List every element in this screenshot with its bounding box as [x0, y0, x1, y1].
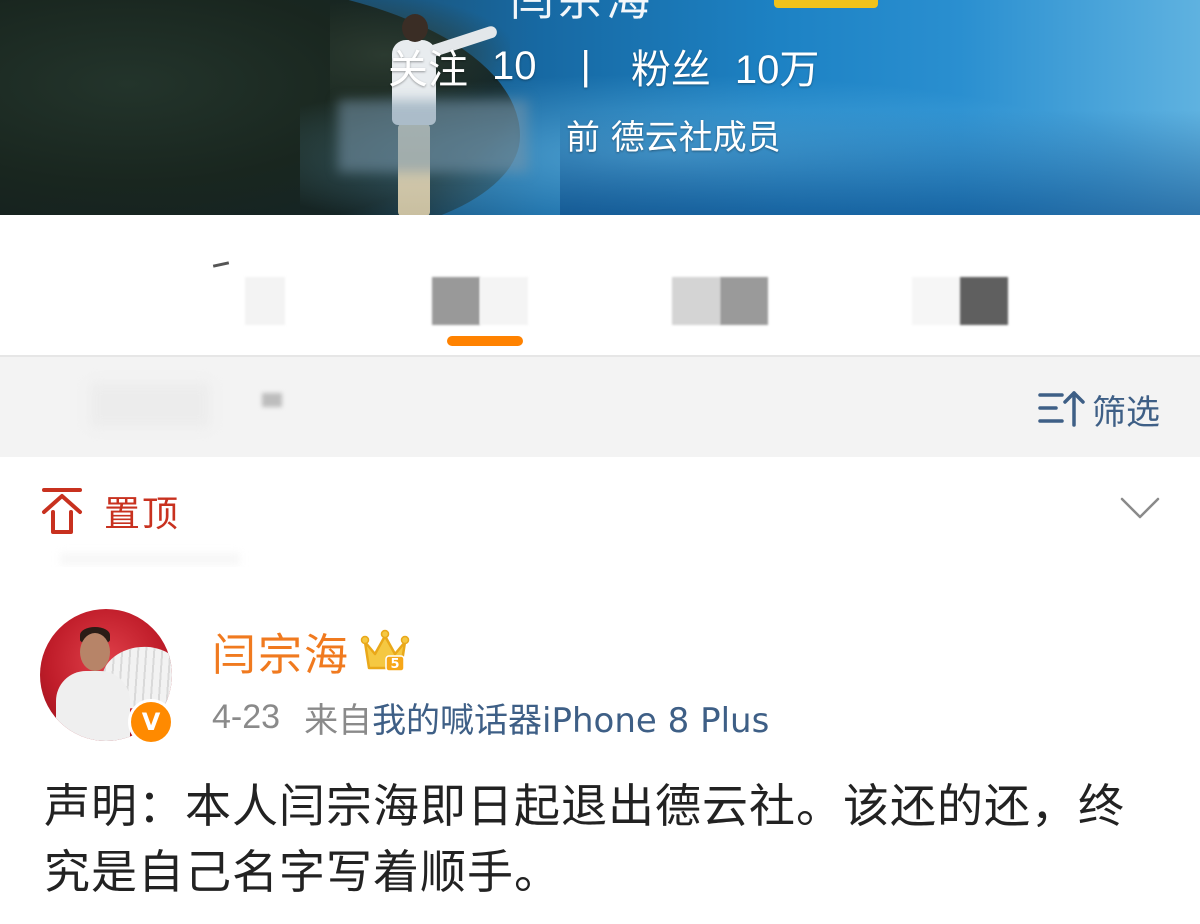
profile-tabs	[0, 215, 1200, 357]
active-tab-indicator	[447, 336, 523, 346]
tab-4-blurred-label-a	[912, 277, 960, 325]
verified-badge-text: V	[141, 708, 161, 736]
tab-1-blurred-label	[245, 277, 285, 325]
author-name[interactable]: 闫宗海	[212, 619, 350, 683]
pinned-label: 置顶	[104, 494, 181, 535]
tab-3-blurred-label-a	[672, 277, 720, 325]
profile-badge-cut	[774, 0, 878, 8]
post-source-link[interactable]: 我的喊话器iPhone 8 Plus	[372, 693, 769, 742]
pinned-fade	[60, 553, 240, 565]
filter-button[interactable]: 筛选	[1038, 387, 1160, 433]
profile-description: 前 德云社成员	[566, 118, 781, 158]
follow-label[interactable]: 关注	[388, 37, 468, 95]
crown-icon[interactable]: 5	[360, 628, 410, 674]
post-card: V 闫宗海 5 4-23 来自 我的喊话器iPhone 8 Plus 声明：本人…	[0, 567, 1200, 924]
crown-level: 5	[390, 657, 399, 672]
profile-name-cut: 闫宗海	[510, 0, 654, 26]
stats-separator: |	[580, 43, 591, 88]
tab-1[interactable]	[205, 261, 295, 325]
filter-bar-blurred-text	[90, 383, 210, 427]
profile-stats: 关注 10 | 粉丝 10万	[388, 38, 819, 94]
filter-bar: 筛选	[0, 357, 1200, 457]
profile-banner: 闫宗海 关注 10 | 粉丝 10万 前 德云社成员	[0, 0, 1200, 215]
fans-label[interactable]: 粉丝	[631, 37, 711, 95]
post-meta: 4-23 来自 我的喊话器iPhone 8 Plus	[212, 693, 769, 742]
post-from-label: 来自	[304, 701, 373, 741]
tab-2-active[interactable]	[430, 277, 530, 325]
tab-2-blurred-label-b	[480, 277, 528, 325]
tab-3[interactable]	[670, 277, 770, 325]
filter-sort-icon	[1038, 391, 1085, 427]
tab-1-blurred-glyph	[212, 261, 230, 268]
tab-4[interactable]	[910, 277, 1010, 325]
fans-count[interactable]: 10万	[735, 37, 820, 95]
post-options-button[interactable]	[1120, 495, 1160, 521]
banner-blurred-region	[338, 100, 528, 172]
pin-top-icon	[42, 488, 82, 534]
pinned-label-group: 置顶	[38, 485, 180, 537]
post-date: 4-23	[212, 698, 281, 736]
filter-bar-blurred-mark	[262, 393, 282, 407]
chevron-down-icon	[1120, 497, 1160, 519]
follow-count[interactable]: 10	[492, 44, 537, 89]
tab-2-blurred-label-a	[432, 277, 480, 325]
author-row: 闫宗海 5	[212, 619, 410, 683]
filter-label: 筛选	[1092, 392, 1160, 433]
tab-4-blurred-label-b	[960, 277, 1008, 325]
pinned-row: 置顶	[0, 457, 1200, 567]
v-verified-icon: V	[128, 699, 174, 745]
tab-3-blurred-label-b	[720, 277, 768, 325]
post-text: 声明：本人闫宗海即日起退出德云社。该还的还，终究是自己名字写着顺手。	[44, 779, 1125, 899]
